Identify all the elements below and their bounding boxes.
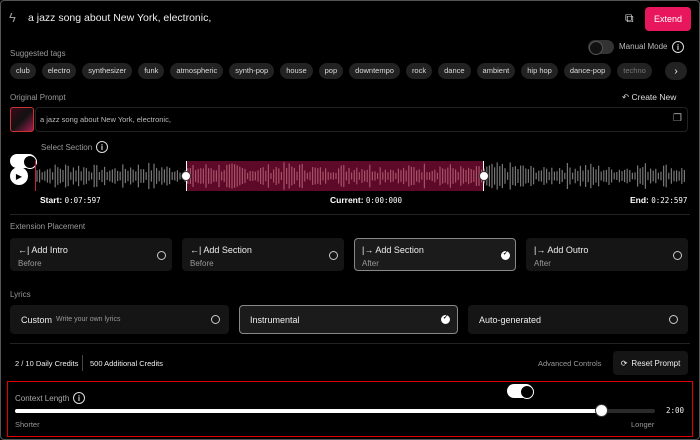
start-value: 0:07:597: [64, 196, 101, 205]
placement-subtitle: After: [362, 259, 379, 268]
tag-chip[interactable]: hip hop: [521, 63, 558, 79]
tag-chip[interactable]: club: [10, 63, 36, 79]
tag-chip[interactable]: synth-pop: [229, 63, 275, 79]
placement-option[interactable]: |→ Add Section After: [354, 238, 516, 271]
original-prompt-text: a jazz song about New York, electronic,: [40, 115, 171, 124]
extension-placement-label: Extension Placement: [10, 222, 86, 231]
advanced-controls-label: Advanced Controls: [538, 359, 602, 368]
tag-chip[interactable]: ambient: [476, 63, 516, 79]
placement-option[interactable]: |→ Add Outro After: [526, 238, 688, 271]
info-icon[interactable]: i: [96, 141, 108, 153]
shorter-label: Shorter: [15, 420, 40, 429]
tag-chip[interactable]: funk: [138, 63, 165, 79]
arrow-icon: |→: [534, 245, 546, 255]
current-value: 0:00:000: [365, 196, 403, 205]
tag-chip[interactable]: electro: [41, 63, 77, 79]
info-icon[interactable]: i: [672, 41, 684, 53]
placement-title: Add Section: [203, 245, 252, 255]
dice-icon[interactable]: ⧉: [625, 11, 634, 26]
chevron-right-icon[interactable]: ›: [665, 62, 687, 80]
instrumental-label: Instrumental: [250, 315, 300, 325]
start-label: Start:: [40, 195, 63, 205]
radio-checked-icon: [441, 314, 450, 324]
placement-subtitle: Before: [190, 259, 214, 268]
radio-icon: [669, 315, 678, 324]
additional-credits: 500 Additional Credits: [90, 359, 163, 368]
placement-title: Add Intro: [31, 245, 68, 255]
lyrics-label: Lyrics: [10, 290, 31, 299]
context-length-label: Context Length: [15, 394, 70, 403]
lightning-icon: ϟ: [9, 10, 16, 25]
context-length-value: 2:00: [666, 406, 685, 415]
tag-chip[interactable]: dance: [438, 63, 471, 79]
refresh-icon: ⟳: [620, 358, 628, 368]
end-label: End:: [630, 195, 649, 205]
placement-subtitle: After: [534, 259, 551, 268]
placement-title: Add Outro: [547, 245, 589, 255]
arrow-icon: ←|: [190, 245, 202, 255]
prompt-title[interactable]: a jazz song about New York, electronic,: [28, 12, 211, 24]
divider: [82, 355, 83, 371]
placement-option[interactable]: ←| Add Section Before: [182, 238, 344, 271]
custom-label: Custom: [21, 315, 53, 325]
original-prompt-label: Original Prompt: [10, 93, 66, 102]
arrow-icon: |→: [362, 245, 374, 255]
radio-icon: [673, 251, 682, 260]
reset-prompt-label: Reset Prompt: [631, 358, 681, 368]
tag-chip[interactable]: synthesizer: [82, 63, 133, 79]
tag-chip[interactable]: dance-pop: [563, 63, 612, 79]
divider: [10, 214, 690, 215]
suggested-tags-label: Suggested tags: [10, 49, 66, 58]
arrow-icon: ←|: [18, 245, 30, 255]
reset-prompt-button[interactable]: ⟳ Reset Prompt: [613, 351, 688, 375]
current-label: Current:: [330, 195, 364, 205]
original-prompt-box: a jazz song about New York, electronic,: [35, 107, 688, 132]
radio-checked-icon: [501, 250, 510, 260]
manual-mode-label: Manual Mode: [619, 42, 668, 51]
lyrics-instrumental-option[interactable]: Instrumental: [239, 305, 458, 334]
selection-end-handle[interactable]: [479, 171, 489, 181]
play-icon: ▶: [15, 171, 23, 181]
tag-chip[interactable]: techno: [617, 63, 652, 79]
current-time: Current: 0:00:000: [330, 195, 402, 205]
end-value: 0:22:597: [651, 196, 688, 205]
tag-chip[interactable]: downtempo: [349, 63, 400, 79]
create-new-button[interactable]: ↶ Create New: [622, 92, 676, 103]
undo-icon: ↶: [622, 92, 630, 102]
slider-fill: [15, 409, 601, 413]
context-length-slider[interactable]: [15, 404, 655, 417]
daily-credits: 2 / 10 Daily Credits: [15, 359, 79, 368]
tag-chip[interactable]: pop: [318, 63, 344, 79]
manual-mode-toggle[interactable]: [588, 40, 614, 55]
end-time: End: 0:22:597: [630, 195, 687, 205]
tag-chip[interactable]: atmospheric: [170, 63, 224, 79]
info-icon[interactable]: i: [73, 392, 85, 404]
selection-start-handle[interactable]: [181, 171, 191, 181]
custom-hint: Write your own lyrics: [56, 316, 121, 323]
tag-chip[interactable]: house: [280, 63, 313, 79]
divider: [10, 343, 690, 344]
extend-button[interactable]: Extend: [645, 7, 691, 31]
auto-label: Auto-generated: [479, 315, 542, 325]
radio-icon: [329, 251, 338, 260]
start-time: Start: 0:07:597: [40, 195, 101, 205]
waveform[interactable]: [36, 161, 688, 191]
placement-title: Add Section: [375, 245, 424, 255]
radio-icon: [211, 315, 220, 324]
longer-label: Longer: [631, 420, 655, 429]
placement-subtitle: Before: [18, 259, 42, 268]
select-section-label: Select Section: [41, 143, 93, 152]
select-section-toggle[interactable]: [10, 154, 37, 169]
lyrics-auto-option[interactable]: Auto-generated: [468, 305, 688, 334]
radio-icon: [157, 251, 166, 260]
lyrics-custom-option[interactable]: Custom Write your own lyrics: [10, 305, 229, 334]
create-new-label: Create New: [631, 92, 677, 102]
tag-list: club electro synthesizer funk atmospheric syn…: [10, 63, 660, 79]
slider-thumb[interactable]: [594, 404, 608, 417]
cover-thumbnail: [10, 107, 34, 132]
play-button[interactable]: ▶: [10, 167, 28, 185]
placement-option[interactable]: ←| Add Intro Before: [10, 238, 172, 271]
copy-icon[interactable]: ❐: [673, 113, 682, 124]
tag-chip[interactable]: rock: [405, 63, 433, 79]
